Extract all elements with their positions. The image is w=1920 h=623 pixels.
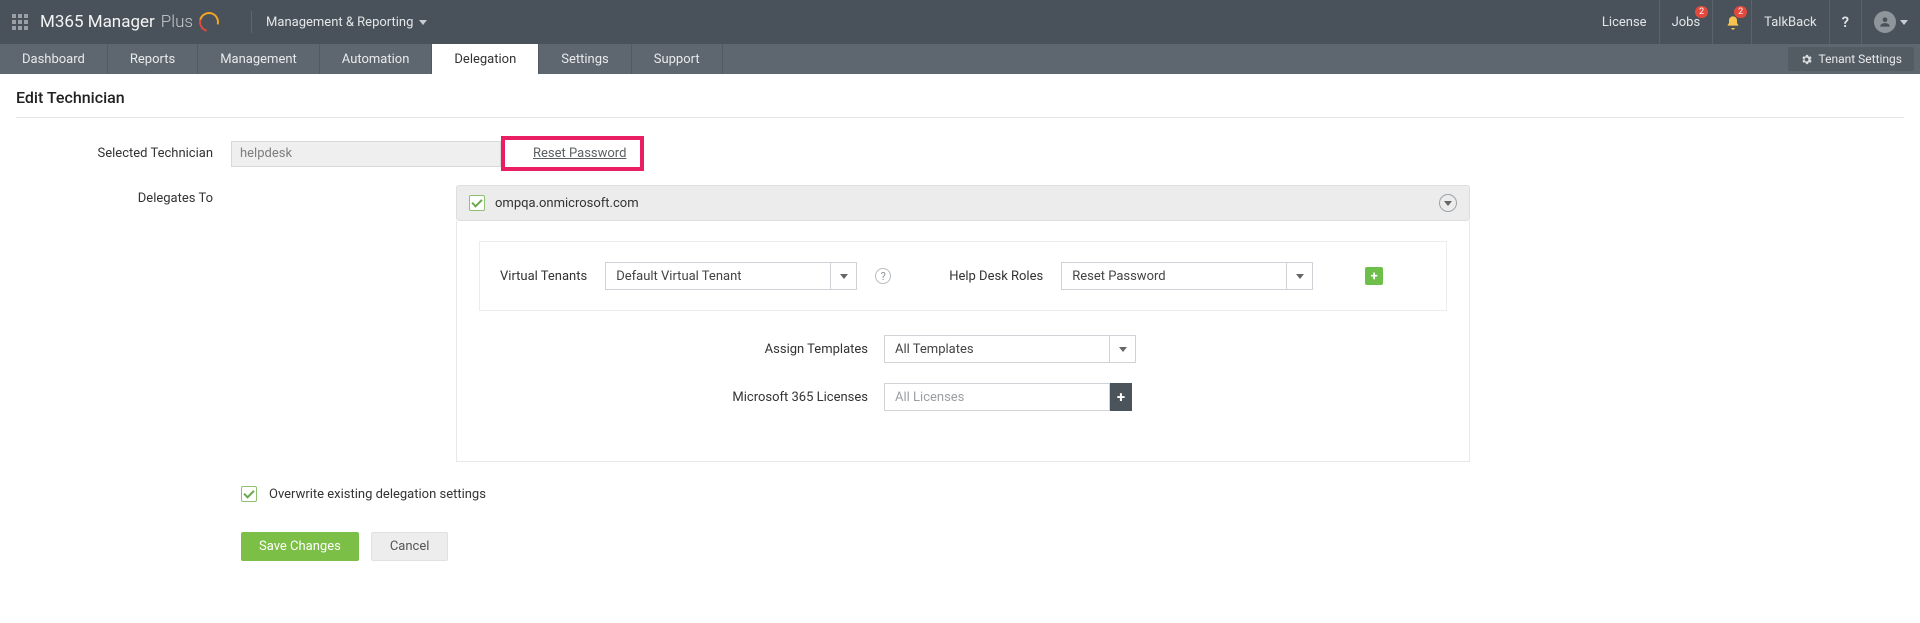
add-role-button[interactable]: + xyxy=(1365,267,1383,285)
virtual-tenants-label: Virtual Tenants xyxy=(500,269,587,284)
page-title: Edit Technician xyxy=(16,84,1904,117)
tab-reports[interactable]: Reports xyxy=(108,44,198,74)
chevron-down-icon xyxy=(1119,347,1127,352)
tab-label: Management xyxy=(220,52,297,67)
tab-dashboard[interactable]: Dashboard xyxy=(0,44,108,74)
tab-settings[interactable]: Settings xyxy=(539,44,631,74)
helpdesk-roles-label: Help Desk Roles xyxy=(949,269,1043,284)
reset-password-highlight: Reset Password xyxy=(501,136,644,171)
form-actions: Save Changes Cancel xyxy=(241,532,1904,561)
helpdesk-roles-select[interactable]: Reset Password xyxy=(1061,262,1313,290)
gear-icon xyxy=(1800,53,1813,66)
chevron-down-icon xyxy=(840,274,848,279)
selected-technician-label: Selected Technician xyxy=(16,146,231,161)
talkback-link[interactable]: TalkBack xyxy=(1751,0,1828,44)
tab-delegation[interactable]: Delegation xyxy=(432,44,539,74)
tab-label: Automation xyxy=(342,52,410,67)
header-right: License Jobs 2 2 TalkBack ? xyxy=(1590,0,1920,44)
user-avatar-icon xyxy=(1874,11,1896,33)
tab-label: Delegation xyxy=(454,52,516,67)
licenses-row: Microsoft 365 Licenses All Licenses + xyxy=(479,383,1447,411)
licenses-placeholder: All Licenses xyxy=(884,383,1110,411)
selected-technician-input xyxy=(231,141,501,167)
assign-templates-row: Assign Templates All Templates xyxy=(479,335,1447,363)
page-content: Edit Technician Selected Technician Rese… xyxy=(0,74,1920,601)
tenant-settings-button[interactable]: Tenant Settings xyxy=(1788,47,1914,71)
context-dropdown[interactable]: Management & Reporting xyxy=(266,15,427,30)
save-button[interactable]: Save Changes xyxy=(241,532,359,561)
brand-logo[interactable]: M365 Manager Plus xyxy=(40,12,237,32)
brand-primary: M365 Manager xyxy=(40,12,155,32)
overwrite-row: Overwrite existing delegation settings xyxy=(241,486,1904,502)
chevron-down-icon xyxy=(1444,201,1452,206)
brand-secondary: Plus xyxy=(161,12,193,32)
tab-label: Reports xyxy=(130,52,175,67)
delegates-to-label: Delegates To xyxy=(16,185,231,206)
main-nav: Dashboard Reports Management Automation … xyxy=(0,44,1920,74)
dropdown-toggle[interactable] xyxy=(1110,335,1136,363)
help-icon[interactable]: ? xyxy=(875,268,891,284)
jobs-label: Jobs xyxy=(1672,15,1701,30)
tenant-header[interactable]: ompqa.onmicrosoft.com xyxy=(456,185,1470,221)
tenant-checkbox[interactable] xyxy=(469,195,485,211)
tab-label: Dashboard xyxy=(22,52,85,67)
helpdesk-roles-value: Reset Password xyxy=(1061,262,1287,290)
delegates-panel: ompqa.onmicrosoft.com Virtual Tenants De… xyxy=(456,185,1470,462)
assign-templates-select[interactable]: All Templates xyxy=(884,335,1136,363)
tab-support[interactable]: Support xyxy=(632,44,723,74)
notifications-button[interactable]: 2 xyxy=(1712,0,1751,44)
tenant-name: ompqa.onmicrosoft.com xyxy=(495,196,639,211)
licenses-select[interactable]: All Licenses + xyxy=(884,383,1132,411)
overwrite-label: Overwrite existing delegation settings xyxy=(269,487,486,502)
virtual-tenant-card: Virtual Tenants Default Virtual Tenant ?… xyxy=(479,241,1447,311)
virtual-tenants-value: Default Virtual Tenant xyxy=(605,262,831,290)
tab-management[interactable]: Management xyxy=(198,44,320,74)
jobs-badge: 2 xyxy=(1695,6,1708,18)
global-header: M365 Manager Plus Management & Reporting… xyxy=(0,0,1920,44)
collapse-toggle[interactable] xyxy=(1439,194,1457,212)
assign-templates-label: Assign Templates xyxy=(479,342,884,357)
tab-label: Settings xyxy=(561,52,608,67)
chevron-down-icon xyxy=(419,20,427,25)
overwrite-checkbox[interactable] xyxy=(241,486,257,502)
assign-templates-value: All Templates xyxy=(884,335,1110,363)
cancel-button[interactable]: Cancel xyxy=(371,532,449,561)
chevron-down-icon xyxy=(1296,274,1304,279)
tenant-settings-label: Tenant Settings xyxy=(1819,52,1902,66)
divider xyxy=(16,117,1904,118)
virtual-tenants-select[interactable]: Default Virtual Tenant xyxy=(605,262,857,290)
tab-automation[interactable]: Automation xyxy=(320,44,433,74)
divider xyxy=(251,11,252,33)
selected-technician-row: Selected Technician Reset Password xyxy=(16,136,1904,171)
reset-password-link[interactable]: Reset Password xyxy=(519,140,640,167)
context-label: Management & Reporting xyxy=(266,15,413,30)
dropdown-toggle[interactable] xyxy=(1287,262,1313,290)
tab-label: Support xyxy=(654,52,700,67)
delegates-to-row: Delegates To ompqa.onmicrosoft.com Virtu… xyxy=(16,185,1904,462)
talkback-label: TalkBack xyxy=(1764,15,1816,30)
license-label: License xyxy=(1602,15,1647,30)
license-link[interactable]: License xyxy=(1590,0,1659,44)
brand-swirl-icon xyxy=(195,8,222,35)
help-icon: ? xyxy=(1842,13,1849,31)
dropdown-toggle[interactable] xyxy=(831,262,857,290)
help-link[interactable]: ? xyxy=(1829,0,1861,44)
jobs-link[interactable]: Jobs 2 xyxy=(1659,0,1713,44)
licenses-label: Microsoft 365 Licenses xyxy=(479,390,884,405)
apps-grid-icon[interactable] xyxy=(0,14,40,30)
notif-badge: 2 xyxy=(1734,6,1747,18)
tenant-body: Virtual Tenants Default Virtual Tenant ?… xyxy=(456,221,1470,462)
add-license-button[interactable]: + xyxy=(1110,383,1132,411)
user-menu[interactable] xyxy=(1861,0,1920,44)
chevron-down-icon xyxy=(1900,20,1908,25)
